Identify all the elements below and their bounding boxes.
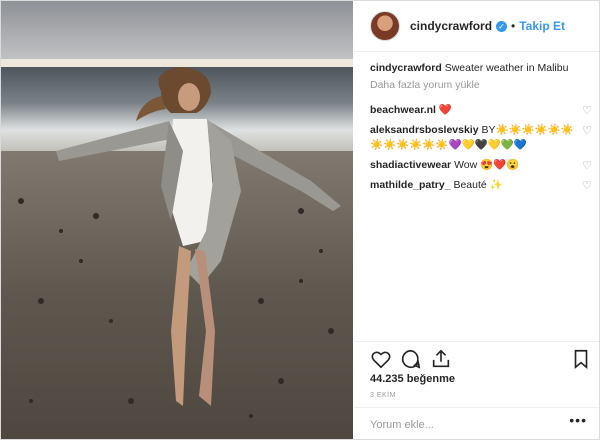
bookmark-icon[interactable] bbox=[570, 348, 592, 370]
caption-text: Sweater weather in Malibu bbox=[444, 62, 569, 74]
username[interactable]: cindycrawford bbox=[410, 19, 492, 33]
heart-icon[interactable] bbox=[370, 348, 392, 370]
avatar[interactable] bbox=[370, 11, 400, 41]
comment-item: mathilde_patry_ Beauté ✨ ♡ bbox=[370, 178, 592, 193]
comment-text: Wow 😍❤️😮 bbox=[454, 159, 520, 171]
heart-icon[interactable]: ♡ bbox=[582, 159, 592, 174]
heart-icon[interactable]: ♡ bbox=[582, 124, 592, 139]
comment-item: shadiactivewear Wow 😍❤️😮 ♡ bbox=[370, 158, 592, 173]
comment-username[interactable]: aleksandrsboslevskiy bbox=[370, 124, 479, 136]
caption-username[interactable]: cindycrawford bbox=[370, 62, 442, 74]
post-header: cindycrawford ✓ • Takip Et bbox=[354, 1, 599, 52]
woman-figure bbox=[18, 67, 341, 418]
comment-username[interactable]: beachwear.nl bbox=[370, 104, 436, 116]
verified-icon: ✓ bbox=[496, 20, 508, 32]
more-options-icon[interactable]: ••• bbox=[569, 412, 587, 428]
post-date: 3 EKİM bbox=[370, 392, 396, 399]
share-icon[interactable] bbox=[430, 348, 452, 370]
comments-section: cindycrawford Sweater weather in Malibu … bbox=[370, 61, 592, 198]
likes-count[interactable]: 44.235 beğenme bbox=[370, 373, 455, 385]
comment-item: beachwear.nl ❤️ ♡ bbox=[370, 103, 592, 118]
add-comment-bar: Yorum ekle... ••• bbox=[354, 407, 599, 440]
comment-item: aleksandrsboslevskiy BY☀️☀️☀️☀️☀️☀️☀️☀️☀… bbox=[370, 123, 592, 153]
caption: cindycrawford Sweater weather in Malibu bbox=[370, 61, 592, 76]
heart-icon[interactable]: ♡ bbox=[582, 179, 592, 194]
comment-username[interactable]: mathilde_patry_ bbox=[370, 179, 451, 191]
separator-dot: • bbox=[511, 19, 516, 33]
post-sidebar: cindycrawford ✓ • Takip Et cindycrawford… bbox=[354, 1, 599, 439]
post-frame: cindycrawford ✓ • Takip Et cindycrawford… bbox=[0, 0, 600, 440]
follow-button[interactable]: Takip Et bbox=[519, 19, 565, 33]
comment-input[interactable]: Yorum ekle... bbox=[370, 419, 434, 431]
comment-text: Beauté ✨ bbox=[453, 179, 503, 191]
load-more-comments[interactable]: Daha fazla yorum yükle bbox=[370, 78, 592, 93]
comment-username[interactable]: shadiactivewear bbox=[370, 159, 451, 171]
post-photo[interactable] bbox=[1, 1, 353, 439]
heart-icon[interactable]: ♡ bbox=[582, 104, 592, 119]
comment-icon[interactable] bbox=[400, 348, 422, 370]
comment-text: ❤️ bbox=[438, 104, 452, 116]
